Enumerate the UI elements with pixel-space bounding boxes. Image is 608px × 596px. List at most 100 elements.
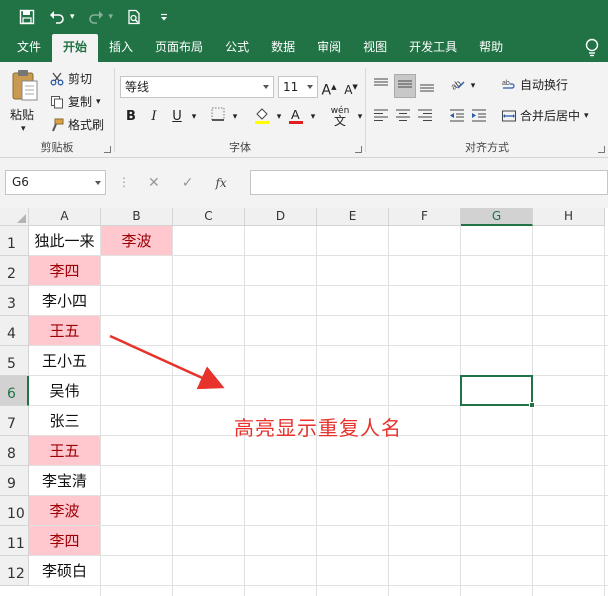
redo-icon[interactable] [87,8,105,26]
row-header-5[interactable]: 5 [0,346,29,376]
tab-review[interactable]: 审阅 [306,34,352,62]
save-icon[interactable] [18,8,36,26]
cell-a10[interactable]: 李波 [29,496,100,525]
fill-handle[interactable] [529,402,535,408]
tab-help[interactable]: 帮助 [468,34,514,62]
font-launcher-icon[interactable] [355,146,362,153]
font-name-select[interactable]: 等线 [120,76,274,98]
cell-a12[interactable]: 李硕白 [29,556,100,585]
cell-a1[interactable]: 独此一来 [29,226,100,255]
cell-a8[interactable]: 王五 [29,436,100,465]
cell-a9[interactable]: 李宝清 [29,466,100,495]
column-header-a[interactable]: A [29,208,101,226]
font-size-select[interactable]: 11 [278,76,318,98]
paste-button[interactable] [8,68,42,105]
orientation-dropdown-icon[interactable]: ▾ [464,76,482,96]
row-header-2[interactable]: 2 [0,256,29,286]
cell-a7[interactable]: 张三 [29,406,100,435]
wrap-text-button[interactable]: ab 自动换行 [502,76,568,93]
tab-home[interactable]: 开始 [52,34,99,62]
name-box[interactable]: G6 [5,170,106,195]
align-middle-button[interactable] [394,74,416,98]
decrease-font-size-button[interactable]: A▼ [342,77,360,97]
italic-button[interactable]: I [145,107,163,127]
font-color-dropdown-icon[interactable]: ▾ [304,107,322,127]
row-header-11[interactable]: 11 [0,526,29,556]
row-header-3[interactable]: 3 [0,286,29,316]
bold-button[interactable]: B [122,107,140,127]
border-dropdown-icon[interactable]: ▾ [226,107,244,127]
tab-data[interactable]: 数据 [260,34,306,62]
row-header-12[interactable]: 12 [0,556,29,586]
align-top-button[interactable] [372,76,390,96]
cell-a5[interactable]: 王小五 [29,346,100,375]
confirm-icon[interactable]: ✓ [182,175,194,191]
row-header-10[interactable]: 10 [0,496,29,526]
alignment-launcher-icon[interactable] [598,146,605,153]
align-bottom-button[interactable] [418,76,436,96]
row-header-8[interactable]: 8 [0,436,29,466]
undo-icon[interactable] [48,8,66,26]
svg-text:A: A [291,107,300,122]
align-left-button[interactable] [372,107,390,127]
lightbulb-icon[interactable] [584,38,600,58]
align-center-button[interactable] [394,107,412,127]
merge-center-dropdown-icon[interactable]: ▾ [584,111,589,121]
cell-b1[interactable]: 李波 [101,226,172,255]
border-button[interactable] [209,107,227,127]
redo-dropdown-icon[interactable]: ▾ [109,12,114,22]
row-header-7[interactable]: 7 [0,406,29,436]
cell-a3[interactable]: 李小四 [29,286,100,315]
tab-view[interactable]: 视图 [352,34,398,62]
column-header-h[interactable]: H [533,208,605,226]
column-header-g[interactable]: G [461,208,533,226]
cut-button[interactable]: 剪切 [50,70,92,87]
increase-font-size-button[interactable]: A▲ [320,77,338,99]
insert-function-button[interactable]: fx [215,176,226,190]
align-right-button[interactable] [416,107,434,127]
clipboard-group: 粘贴 ▾ 剪切 复制 ▾ 格式刷 剪贴板 [0,62,114,158]
paint-bucket-icon [255,108,269,124]
column-header-c[interactable]: C [173,208,245,226]
paste-label[interactable]: 粘贴 [10,106,34,123]
cell-a2[interactable]: 李四 [29,256,100,285]
copy-button[interactable]: 复制 ▾ [50,93,101,110]
merge-center-button[interactable]: 合并后居中 ▾ [502,107,589,124]
clipboard-launcher-icon[interactable] [104,146,111,153]
column-header-f[interactable]: F [389,208,461,226]
column-header-b[interactable]: B [101,208,173,226]
row-gridline [29,315,608,316]
formula-input[interactable] [250,170,608,195]
cell-a4[interactable]: 王五 [29,316,100,345]
fill-color-button[interactable] [253,107,271,127]
phonetic-guide-button[interactable]: wén 文 [327,106,353,127]
paste-dropdown-icon[interactable]: ▾ [21,124,26,134]
column-header-d[interactable]: D [245,208,317,226]
row-header-1[interactable]: 1 [0,226,29,256]
format-painter-button[interactable]: 格式刷 [50,116,104,133]
cell-a11[interactable]: 李四 [29,526,100,555]
decrease-indent-button[interactable] [448,107,466,127]
underline-button[interactable]: U [168,107,186,127]
tab-formulas[interactable]: 公式 [214,34,260,62]
underline-dropdown-icon[interactable]: ▾ [185,107,203,127]
print-preview-icon[interactable] [125,8,143,26]
copy-dropdown-icon[interactable]: ▾ [96,97,101,107]
select-all-button[interactable] [0,208,29,226]
row-header-4[interactable]: 4 [0,316,29,346]
row-header-9[interactable]: 9 [0,466,29,496]
tab-developer[interactable]: 开发工具 [398,34,468,62]
tab-page-layout[interactable]: 页面布局 [144,34,214,62]
row-gridline [29,255,608,256]
column-header-e[interactable]: E [317,208,389,226]
tab-insert[interactable]: 插入 [98,34,144,62]
tab-file[interactable]: 文件 [6,34,52,62]
increase-indent-button[interactable] [470,107,488,127]
fill-color-dropdown-icon[interactable]: ▾ [270,107,288,127]
customize-toolbar-icon[interactable] [155,8,173,26]
cell-a6[interactable]: 吴伟 [29,376,100,405]
row-header-6[interactable]: 6 [0,376,29,406]
font-color-button[interactable]: A [287,107,305,127]
undo-dropdown-icon[interactable]: ▾ [70,12,75,22]
cancel-icon[interactable]: ✕ [148,175,160,191]
